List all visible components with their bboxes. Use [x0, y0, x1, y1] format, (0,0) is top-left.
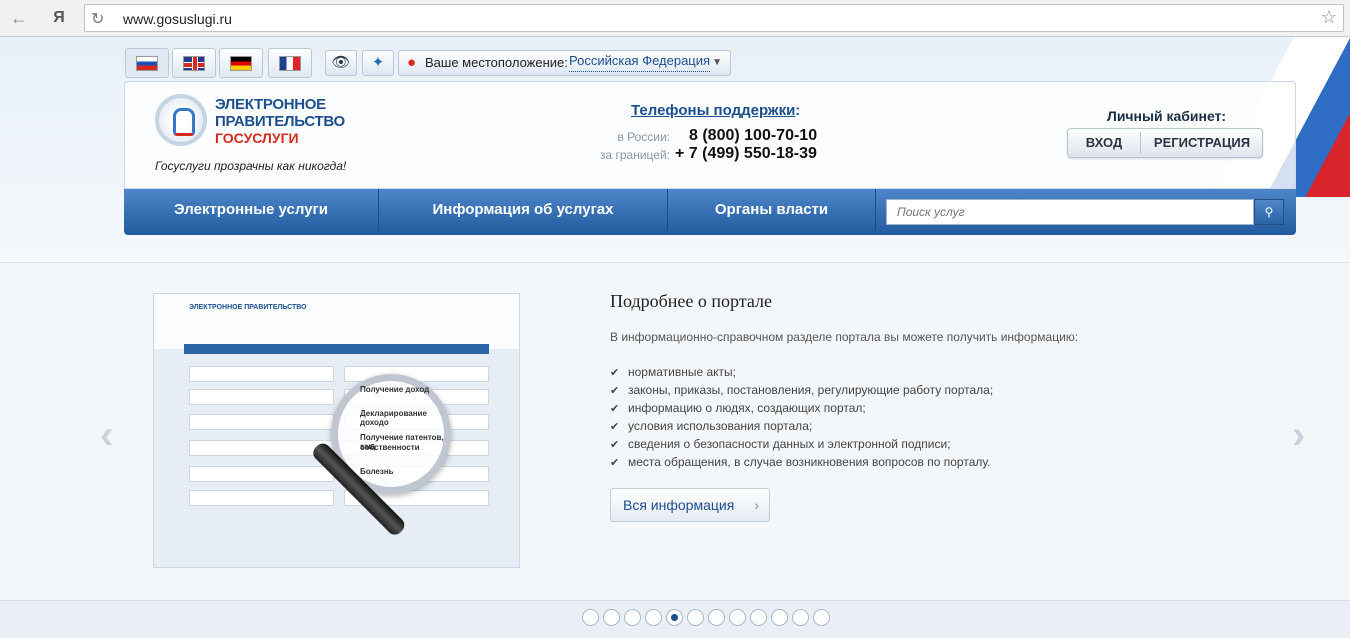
slide-pager — [0, 600, 1350, 638]
list-item: ✔ места обращения, в случае возникновения… — [610, 453, 993, 471]
lang-ru-button[interactable] — [125, 48, 169, 78]
checkmark-icon: ✔ — [610, 403, 620, 415]
pager-dot[interactable] — [708, 609, 725, 626]
map-pin-icon: ● — [407, 54, 417, 71]
location-value[interactable]: Российская Федерация — [569, 51, 711, 72]
checkmark-icon: ✔ — [610, 367, 620, 379]
login-button[interactable]: ВХОД — [1068, 129, 1140, 157]
pager-dot[interactable] — [603, 609, 620, 626]
info-list: ✔ нормативные акты; ✔ законы, приказы, пос… — [610, 363, 993, 471]
cabinet-buttons: ВХОД РЕГИСТРАЦИЯ — [1067, 128, 1263, 158]
browser-toolbar: ← Я ↻ www.gosuslugi.ru ☆ — [0, 0, 1350, 37]
nav-authorities[interactable]: Органы власти — [668, 189, 876, 231]
yandex-button[interactable]: Я — [48, 7, 70, 29]
slide-intro: В информационно-справочном разделе порта… — [610, 330, 1079, 344]
all-info-button[interactable]: Вся информация › — [610, 488, 770, 522]
list-item: ✔ условия использования портала; — [610, 417, 993, 435]
address-bar[interactable]: ↻ www.gosuslugi.ru ☆ — [84, 4, 1344, 32]
logo-line-3[interactable]: ГОСУСЛУГИ — [215, 130, 299, 146]
checkmark-icon: ✔ — [610, 457, 620, 469]
pager-dot[interactable] — [666, 609, 683, 626]
phone-abroad-number: + 7 (499) 550-18-39 — [675, 145, 817, 162]
checkmark-icon: ✔ — [610, 385, 620, 397]
checkmark-icon: ✔ — [610, 421, 620, 433]
lang-de-button[interactable] — [219, 48, 263, 78]
pager-dot[interactable] — [729, 609, 746, 626]
bookmark-star-icon[interactable]: ☆ — [1321, 7, 1337, 28]
register-button[interactable]: РЕГИСТРАЦИЯ — [1141, 129, 1263, 157]
phone-russia-label: в России: — [617, 130, 670, 144]
lang-en-button[interactable] — [172, 48, 216, 78]
chevron-right-icon: › — [754, 497, 759, 513]
nav-services-info[interactable]: Информация об услугах — [379, 189, 668, 231]
tagline: Госуслуги прозрачны как никогда! — [155, 159, 347, 173]
search-input[interactable] — [886, 199, 1254, 225]
list-item: ✔ информацию о людях, создающих портал; — [610, 399, 993, 417]
phone-abroad-label: за границей: — [599, 148, 670, 162]
info-slide: ‹ › ЭЛЕКТРОННОЕ ПРАВИТЕЛЬСТВО Получение … — [0, 262, 1350, 600]
gosuslugi-logo-icon[interactable] — [155, 94, 207, 146]
location-label: Ваше местоположение: — [425, 55, 568, 70]
support-phones-title[interactable]: Телефоны поддержки: — [631, 102, 800, 119]
reload-icon[interactable]: ↻ — [91, 9, 104, 29]
search-icon: ⚲ — [1264, 205, 1274, 219]
logo-line-1[interactable]: ЭЛЕКТРОННОЕ — [215, 96, 326, 113]
back-arrow-icon[interactable]: ← — [8, 7, 30, 29]
pager-dot[interactable] — [771, 609, 788, 626]
pager-dot[interactable] — [624, 609, 641, 626]
search-button[interactable]: ⚲ — [1254, 199, 1284, 225]
phone-russia-number: 8 (800) 100-70-10 — [689, 127, 818, 144]
url-text[interactable]: www.gosuslugi.ru — [123, 11, 232, 27]
eye-icon: 👁 — [331, 54, 351, 71]
main-navbar: Электронные услуги Информация об услугах… — [124, 189, 1296, 235]
compass-button[interactable]: ✦ — [362, 50, 394, 76]
german-flag-icon — [230, 56, 252, 71]
pager-dot[interactable] — [792, 609, 809, 626]
russian-flag-icon — [136, 56, 158, 71]
accessibility-eye-button[interactable]: 👁 — [325, 50, 357, 76]
nav-electronic-services[interactable]: Электронные услуги — [124, 189, 379, 231]
pager-dot[interactable] — [813, 609, 830, 626]
caret-down-icon: ▼ — [712, 57, 722, 68]
cabinet-title: Личный кабинет: — [1107, 108, 1227, 124]
compass-icon: ✦ — [371, 54, 385, 71]
list-item: ✔ законы, приказы, постановления, регулир… — [610, 381, 993, 399]
slide-title: Подробнее о портале — [610, 291, 773, 311]
list-item: ✔ сведения о безопасности данных и электр… — [610, 435, 993, 453]
list-item: ✔ нормативные акты; — [610, 363, 993, 381]
pager-dot[interactable] — [645, 609, 662, 626]
site-header: ЭЛЕКТРОННОЕ ПРАВИТЕЛЬСТВО ГОСУСЛУГИ Госу… — [124, 81, 1296, 189]
french-flag-icon — [279, 56, 301, 71]
pager-dot[interactable] — [582, 609, 599, 626]
logo-line-2[interactable]: ПРАВИТЕЛЬСТВО — [215, 113, 345, 130]
portal-screenshot-thumbnail[interactable]: ЭЛЕКТРОННОЕ ПРАВИТЕЛЬСТВО Получение дохо… — [153, 293, 520, 568]
checkmark-icon: ✔ — [610, 439, 620, 451]
service-search: ⚲ — [886, 199, 1284, 225]
pager-dot[interactable] — [687, 609, 704, 626]
location-selector[interactable]: ● Ваше местоположение: Российская Федера… — [398, 50, 731, 76]
uk-flag-icon — [183, 56, 205, 71]
pager-dot[interactable] — [750, 609, 767, 626]
prev-slide-arrow-icon[interactable]: ‹ — [100, 413, 113, 458]
next-slide-arrow-icon[interactable]: › — [1292, 413, 1305, 458]
lang-fr-button[interactable] — [268, 48, 312, 78]
